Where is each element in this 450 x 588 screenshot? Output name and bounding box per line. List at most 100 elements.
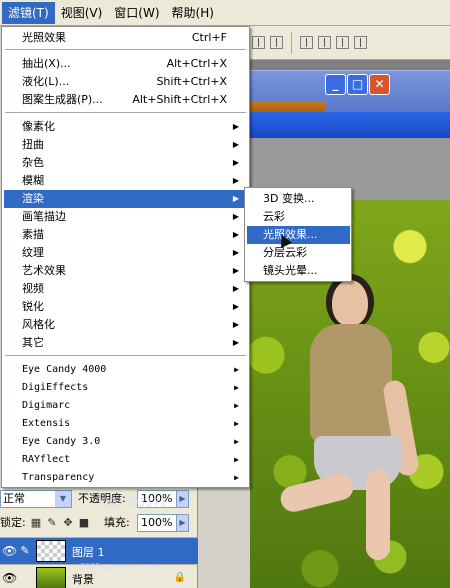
distribute-horizontal-icon[interactable] (354, 36, 367, 49)
menu-item-label: 纹理 (22, 246, 44, 259)
menu-item-label: 画笔描边 (22, 210, 66, 223)
menu-item-label: Digimarc (22, 400, 71, 411)
maximize-icon[interactable]: □ (347, 74, 368, 95)
subject-leg (277, 471, 357, 515)
menu-item-liquify[interactable]: 液化(L)... Shift+Ctrl+X (4, 73, 247, 91)
subject-sweater (310, 324, 392, 442)
menu-item-other[interactable]: 其它 ▶ (4, 334, 247, 352)
submenu-arrow-icon: ▶ (234, 455, 239, 464)
chevron-right-icon[interactable]: ▶ (176, 490, 189, 508)
background-document-window[interactable]: _ □ ✕ (250, 70, 450, 113)
options-bar (250, 26, 450, 60)
menu-item-stylize[interactable]: 风格化 ▶ (4, 316, 247, 334)
menu-item-digimarc[interactable]: Digimarc ▶ (4, 397, 247, 415)
distribute-right-icon[interactable] (336, 36, 349, 49)
filter-menu: 光照效果 Ctrl+F 抽出(X)... Alt+Ctrl+X 液化(L)...… (1, 26, 250, 488)
chevron-right-icon[interactable]: ▶ (176, 514, 189, 532)
subject-leg (366, 470, 390, 560)
subject-head (332, 280, 368, 326)
submenu-arrow-icon: ▶ (234, 473, 239, 482)
submenu-item-3d-transform[interactable]: 3D 变换... (247, 190, 350, 208)
menu-item-render[interactable]: 渲染 ▶ (4, 190, 247, 208)
menu-filter[interactable]: 滤镜(T) (2, 1, 55, 24)
submenu-arrow-icon: ▶ (232, 122, 239, 131)
layer-thumbnail (36, 567, 66, 588)
menu-item-transparency[interactable]: Transparency ▶ (4, 469, 247, 487)
lock-all-icon[interactable]: ■ (78, 517, 90, 529)
submenu-arrow-icon: ▶ (232, 248, 239, 257)
menu-view[interactable]: 视图(V) (55, 2, 109, 24)
layer-row[interactable]: 👁 ✎ 图层 1 (0, 537, 198, 564)
submenu-arrow-icon: ▶ (232, 338, 239, 347)
menu-item-label: 锐化 (22, 300, 44, 313)
menu-item-label: 杂色 (22, 156, 44, 169)
submenu-arrow-icon: ▶ (234, 365, 239, 374)
eye-icon[interactable]: 👁 (2, 544, 17, 558)
menu-item-pixelate[interactable]: 像素化 ▶ (4, 118, 247, 136)
menu-item-brush-strokes[interactable]: 画笔描边 ▶ (4, 208, 247, 226)
blend-mode-value: 正常 (3, 492, 25, 505)
menu-item-digieffects[interactable]: DigiEffects ▶ (4, 379, 247, 397)
fill-value: 100% (141, 516, 173, 529)
submenu-arrow-icon: ▶ (232, 302, 239, 311)
menu-item-sketch[interactable]: 素描 ▶ (4, 226, 247, 244)
submenu-arrow-icon: ▶ (232, 230, 239, 239)
align-middle-icon[interactable] (270, 36, 283, 49)
distribute-center-icon[interactable] (318, 36, 331, 49)
lock-icon: 🔒 (173, 572, 186, 583)
submenu-arrow-icon: ▶ (232, 212, 239, 221)
menu-item-video[interactable]: 视频 ▶ (4, 280, 247, 298)
close-icon[interactable]: ✕ (369, 74, 390, 95)
render-submenu: 3D 变换... 云彩 光照效果... 分层云彩 镜头光晕... (244, 187, 352, 282)
menu-item-extensis[interactable]: Extensis ▶ (4, 415, 247, 433)
menu-item-eye-candy-3[interactable]: Eye Candy 3.0 ▶ (4, 433, 247, 451)
eye-icon[interactable]: 👁 (2, 571, 17, 585)
submenu-item-clouds[interactable]: 云彩 (247, 208, 350, 226)
menu-item-eye-candy-4000[interactable]: Eye Candy 4000 ▶ (4, 361, 247, 379)
menu-item-sharpen[interactable]: 锐化 ▶ (4, 298, 247, 316)
submenu-item-lens-flare[interactable]: 镜头光晕... (247, 262, 350, 280)
document-title-bar[interactable] (250, 112, 450, 138)
menu-item-rayflect[interactable]: RAYflect ▶ (4, 451, 247, 469)
align-top-icon[interactable] (252, 36, 265, 49)
chevron-down-icon[interactable]: ▼ (55, 491, 71, 507)
menu-separator (5, 112, 246, 113)
blend-mode-select[interactable]: 正常 ▼ (0, 490, 72, 508)
menu-item-extract[interactable]: 抽出(X)... Alt+Ctrl+X (4, 55, 247, 73)
distribute-left-icon[interactable] (300, 36, 313, 49)
lock-move-icon[interactable]: ✥ (62, 517, 74, 529)
minimize-icon[interactable]: _ (325, 74, 346, 95)
menu-item-label: 模糊 (22, 174, 44, 187)
submenu-item-difference-clouds[interactable]: 分层云彩 (247, 244, 350, 262)
menu-item-label: 图案生成器(P)... (22, 93, 103, 106)
menu-item-label: 扭曲 (22, 138, 44, 151)
menu-item-label: 渲染 (22, 192, 44, 205)
menu-window[interactable]: 窗口(W) (108, 2, 165, 24)
submenu-arrow-icon: ▶ (234, 419, 239, 428)
menu-item-label: Extensis (22, 418, 71, 429)
menu-item-artistic[interactable]: 艺术效果 ▶ (4, 262, 247, 280)
menu-item-texture[interactable]: 纹理 ▶ (4, 244, 247, 262)
layer-thumbnail (36, 540, 66, 562)
menu-item-distort[interactable]: 扭曲 ▶ (4, 136, 247, 154)
lock-transparency-icon[interactable]: ▦ (30, 517, 42, 529)
menu-separator (5, 49, 246, 50)
photo-subject (277, 274, 421, 580)
submenu-item-lighting-effects[interactable]: 光照效果... (247, 226, 350, 244)
menu-item-pattern-maker[interactable]: 图案生成器(P)... Alt+Shift+Ctrl+X (4, 91, 247, 109)
brush-icon: ✎ (20, 544, 30, 557)
menu-item-last-filter[interactable]: 光照效果 Ctrl+F (4, 29, 247, 47)
submenu-arrow-icon: ▶ (232, 284, 239, 293)
menu-item-label: Eye Candy 4000 (22, 364, 107, 375)
layers-panel: 正常 ▼ 不透明度: 100% ▶ 锁定: ▦ ✎ ✥ ■ 填充: 100% ▶… (0, 488, 198, 588)
submenu-arrow-icon: ▶ (232, 158, 239, 167)
menu-help[interactable]: 帮助(H) (166, 2, 220, 24)
submenu-arrow-icon: ▶ (232, 320, 239, 329)
menu-item-noise[interactable]: 杂色 ▶ (4, 154, 247, 172)
menu-item-shortcut: Alt+Ctrl+X (166, 57, 227, 70)
menu-item-label: 光照效果 (22, 31, 66, 44)
menu-item-label: 视频 (22, 282, 44, 295)
menu-item-blur[interactable]: 模糊 ▶ (4, 172, 247, 190)
fill-field[interactable]: 100% ▶ (137, 514, 189, 532)
lock-brush-icon[interactable]: ✎ (46, 517, 58, 529)
